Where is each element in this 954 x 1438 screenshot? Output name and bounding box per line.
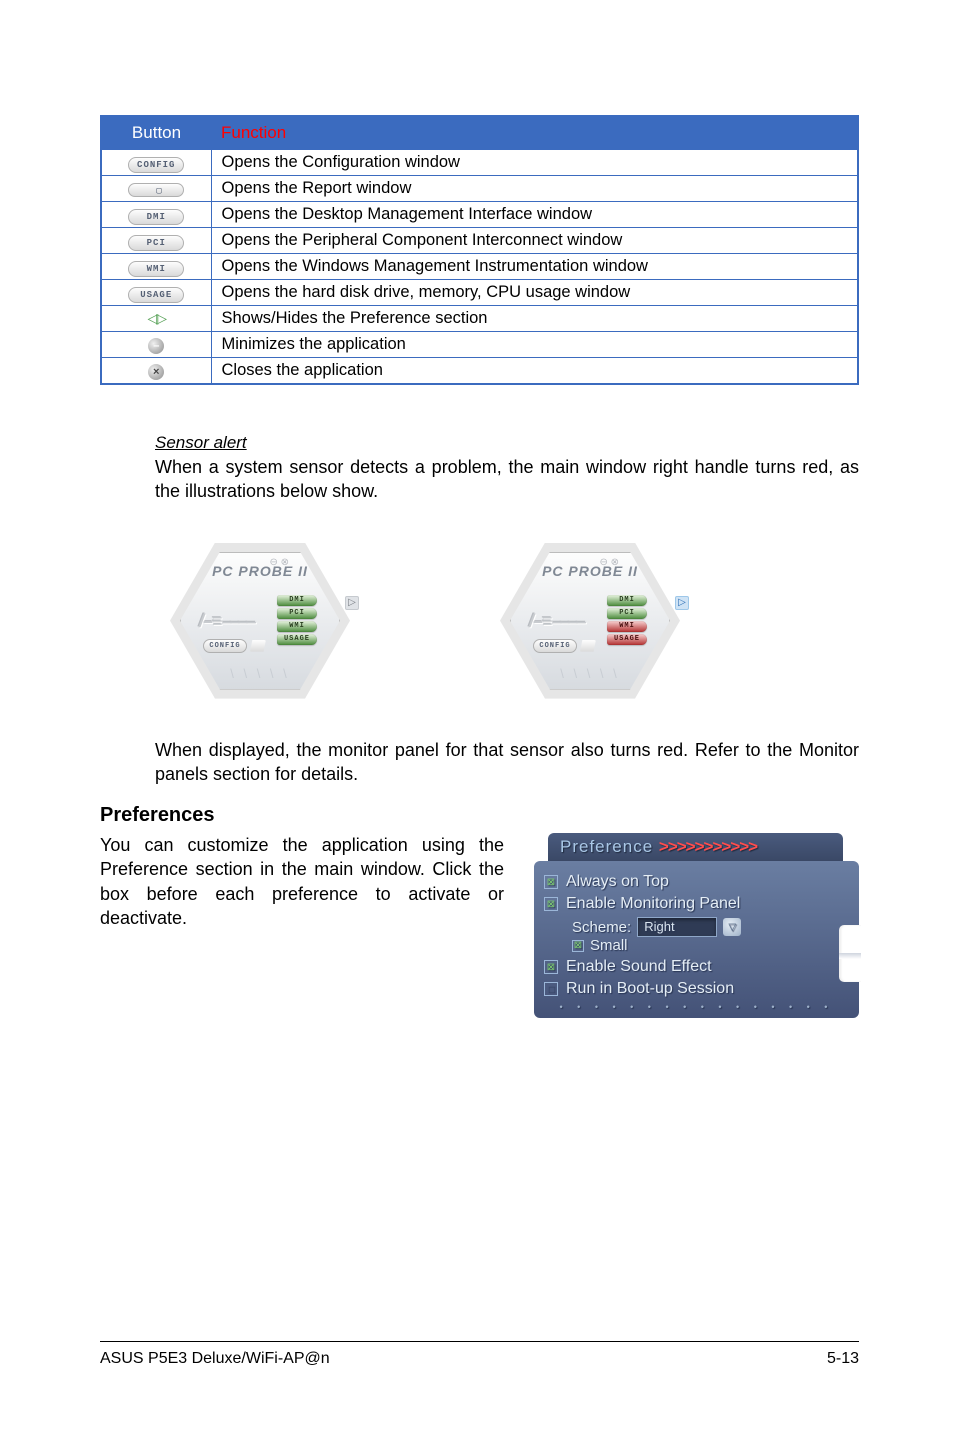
button-cell: ◁▷	[101, 306, 211, 332]
function-cell: Opens the Windows Management Instrumenta…	[211, 254, 858, 280]
tab-dmi[interactable]: DMI	[607, 595, 647, 606]
label-always-on-top: Always on Top	[566, 873, 669, 891]
pc-probe-hex-alert: ⊖ ⊗ PC PROBE II /–≡⎯⎯⎯⎯ DMIPCIWMIUSAGE C…	[485, 526, 695, 716]
label-sound-effect: Enable Sound Effect	[566, 958, 712, 976]
checkbox-always-on-top[interactable]: ⊠	[544, 875, 558, 889]
table-row: WMI Opens the Windows Management Instrume…	[101, 254, 858, 280]
preferences-description: You can customize the application using …	[100, 833, 504, 930]
tab-wmi[interactable]: WMI	[277, 621, 317, 632]
tab-pci[interactable]: PCI	[277, 608, 317, 619]
config-button[interactable]: CONFIG	[128, 157, 184, 173]
after-hex-text: When displayed, the monitor panel for th…	[155, 738, 859, 787]
chevron-icon: >>>>>>>>>>>	[659, 837, 757, 856]
sensor-alert-text: When a system sensor detects a problem, …	[155, 455, 859, 504]
function-cell: Opens the hard disk drive, memory, CPU u…	[211, 280, 858, 306]
table-row: PCI Opens the Peripheral Component Interc…	[101, 228, 858, 254]
preference-panel: Preference >>>>>>>>>>> ⊠ Always on Top ⊠…	[534, 833, 859, 1018]
button-cell: –	[101, 332, 211, 358]
tab-pci[interactable]: PCI	[607, 608, 647, 619]
button-cell: ×	[101, 358, 211, 385]
label-bootup: Run in Boot-up Session	[566, 980, 734, 998]
table-row: × Closes the application	[101, 358, 858, 385]
label-scheme: Scheme:	[572, 919, 631, 936]
button-cell: USAGE	[101, 280, 211, 306]
label-small: Small	[590, 937, 628, 954]
report-button[interactable]	[580, 640, 596, 652]
report-button[interactable]	[250, 640, 266, 652]
asus-logo: /–≡⎯⎯⎯⎯	[199, 611, 254, 632]
table-row: DMI Opens the Desktop Management Interfac…	[101, 202, 858, 228]
expand-arrow-icon[interactable]: ▷	[675, 596, 689, 610]
dmi-button[interactable]: DMI	[128, 209, 184, 225]
preference-tab-label: Preference	[560, 837, 659, 856]
preferences-heading: Preferences	[100, 804, 859, 827]
pc-probe-hex-normal: ⊖ ⊗ PC PROBE II /–≡⎯⎯⎯⎯ DMIPCIWMIUSAGE C…	[155, 526, 365, 716]
button-cell: WMI	[101, 254, 211, 280]
pci-button[interactable]: PCI	[128, 235, 184, 251]
tab-usage[interactable]: USAGE	[277, 634, 317, 645]
checkbox-small[interactable]: ⊠	[572, 940, 584, 952]
button-cell: CONFIG	[101, 150, 211, 176]
function-cell: Opens the Desktop Management Interface w…	[211, 202, 858, 228]
asus-logo: /–≡⎯⎯⎯⎯	[529, 611, 584, 632]
th-function: Function	[211, 116, 858, 150]
button-cell: ▢	[101, 176, 211, 202]
function-cell: Closes the application	[211, 358, 858, 385]
footer-left: ASUS P5E3 Deluxe/WiFi-AP@n	[100, 1350, 330, 1368]
preference-toggle-icon[interactable]: ◁▷	[147, 310, 165, 326]
wmi-button[interactable]: WMI	[128, 261, 184, 277]
table-row: ▢ Opens the Report window	[101, 176, 858, 202]
tab-dmi[interactable]: DMI	[277, 595, 317, 606]
report-button[interactable]: ▢	[128, 183, 184, 197]
minimize-icon[interactable]: –	[148, 338, 164, 354]
checkbox-enable-monitoring[interactable]: ⊠	[544, 897, 558, 911]
hatch-decoration: \ \ \ \ \	[560, 666, 620, 681]
label-enable-monitoring: Enable Monitoring Panel	[566, 895, 740, 913]
tab-usage[interactable]: USAGE	[607, 634, 647, 645]
panel-decoration	[839, 925, 861, 982]
function-cell: Opens the Report window	[211, 176, 858, 202]
function-cell: Shows/Hides the Preference section	[211, 306, 858, 332]
hex-illustrations: ⊖ ⊗ PC PROBE II /–≡⎯⎯⎯⎯ DMIPCIWMIUSAGE C…	[155, 526, 859, 716]
close-icon[interactable]: ×	[148, 364, 164, 380]
expand-arrow-icon[interactable]: ▷	[345, 596, 359, 610]
footer-right: 5-13	[827, 1350, 859, 1368]
checkbox-bootup[interactable]: □	[544, 982, 558, 996]
function-cell: Opens the Configuration window	[211, 150, 858, 176]
sensor-alert-title: Sensor alert	[155, 433, 859, 453]
function-cell: Opens the Peripheral Component Interconn…	[211, 228, 858, 254]
config-button[interactable]: CONFIG	[533, 639, 577, 653]
page-footer: ASUS P5E3 Deluxe/WiFi-AP@n 5-13	[100, 1341, 859, 1368]
button-cell: PCI	[101, 228, 211, 254]
dropdown-icon[interactable]: ▽	[723, 918, 741, 936]
table-row: USAGE Opens the hard disk drive, memory, …	[101, 280, 858, 306]
button-cell: DMI	[101, 202, 211, 228]
button-function-table: Button Function CONFIG Opens the Configur…	[100, 115, 859, 385]
tab-wmi[interactable]: WMI	[607, 621, 647, 632]
table-row: – Minimizes the application	[101, 332, 858, 358]
th-button: Button	[101, 116, 211, 150]
preference-tab[interactable]: Preference >>>>>>>>>>>	[548, 833, 843, 861]
config-button[interactable]: CONFIG	[203, 639, 247, 653]
panel-dots: • • • • • • • • • • • • • • • •	[544, 1002, 849, 1012]
usage-button[interactable]: USAGE	[128, 287, 184, 303]
table-row: CONFIG Opens the Configuration window	[101, 150, 858, 176]
function-cell: Minimizes the application	[211, 332, 858, 358]
scheme-select[interactable]: Right	[637, 917, 717, 937]
checkbox-sound-effect[interactable]: ⊠	[544, 960, 558, 974]
table-row: ◁▷ Shows/Hides the Preference section	[101, 306, 858, 332]
hatch-decoration: \ \ \ \ \	[230, 666, 290, 681]
